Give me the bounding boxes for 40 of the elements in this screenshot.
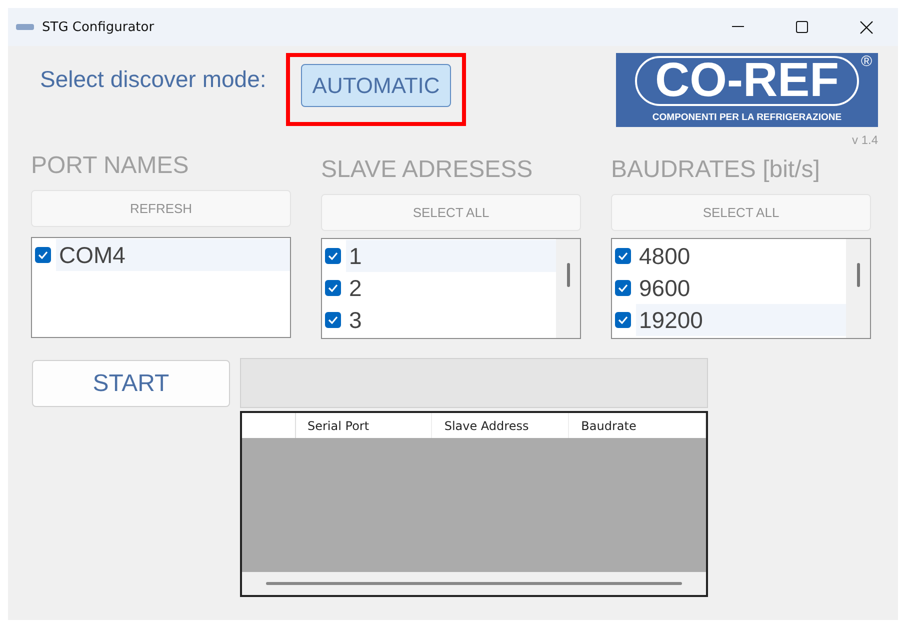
list-item[interactable]: COM4 [56,239,290,271]
logo: CO-REF ® COMPONENTI PER LA REFRIGERAZIONE [616,53,878,127]
mode-label: Select discover mode: [40,66,266,93]
check-icon [328,284,338,292]
maximize-icon [796,21,808,33]
check-icon [618,252,628,260]
app-icon [16,24,34,30]
column-header[interactable]: Serial Port [296,413,432,438]
checkbox[interactable] [325,248,341,264]
list-item[interactable]: 4800 [636,240,846,272]
checkbox[interactable] [615,280,631,296]
version-label: v 1.4 [852,133,878,147]
check-icon [38,251,48,259]
check-icon [328,252,338,260]
list-item[interactable]: 1 [346,240,556,272]
mode-button[interactable]: AUTOMATIC [301,64,451,107]
checkbox[interactable] [325,280,341,296]
list-item[interactable]: 9600 [636,272,846,304]
list-item[interactable]: 2 [346,272,556,304]
list-item[interactable]: 3 [346,304,556,336]
window-title: STG Configurator [42,20,156,34]
list-item[interactable]: 19200 [636,304,846,336]
start-button[interactable]: START [32,360,230,407]
checkbox[interactable] [615,312,631,328]
section-heading: BAUDRATES [bit/s] [611,156,820,185]
section-heading: SLAVE ADRESESS [321,156,533,185]
column-header[interactable]: Baudrate [569,413,706,438]
column-header[interactable]: Slave Address [432,413,570,438]
checkbox[interactable] [35,247,51,263]
close-icon [860,20,872,34]
scrollbar[interactable] [556,239,580,338]
checkbox[interactable] [615,248,631,264]
checkbox[interactable] [325,312,341,328]
check-icon [328,316,338,324]
check-icon [618,284,628,292]
scrollbar[interactable] [846,239,870,338]
check-icon [618,316,628,324]
section-heading: PORT NAMES [31,152,189,181]
minimize-icon [732,26,744,28]
horizontal-scrollbar[interactable] [242,572,706,595]
